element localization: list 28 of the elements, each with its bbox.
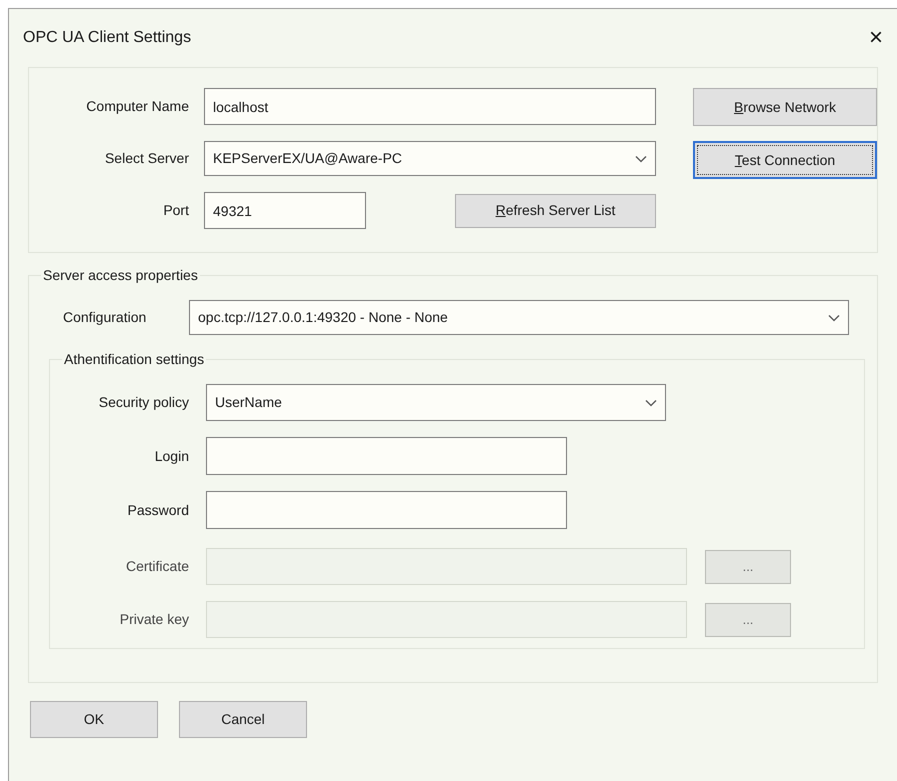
computer-name-field[interactable]: localhost [204,88,656,125]
browse-button[interactable]: Browse Network [693,88,877,126]
field-label: Login [154,446,190,466]
port-field[interactable]: 49321 [204,192,366,229]
field-label: Select Server [104,149,190,168]
group-title: Athentification settings [63,350,206,369]
password-field[interactable] [206,491,567,529]
field-label: Computer Name [85,97,190,116]
chevron-down-icon [635,154,647,162]
field-label: Password [126,500,190,520]
chevron-down-icon [645,398,657,406]
configuration-dropdown[interactable]: opc.tcp://127.0.0.1:49320 - None - None [189,300,849,335]
group-title: Server access properties [42,266,199,285]
refresh-button[interactable]: Refresh Server List [455,194,656,228]
login-field[interactable] [206,437,567,475]
field-label: Certificate [124,557,190,576]
close-button[interactable]: × [864,26,887,50]
cancel-button[interactable]: Cancel [179,701,307,738]
window-title: OPC UA Client Settings [23,28,192,48]
ok-button[interactable]: OK [30,701,158,738]
field-label: Port [162,201,190,220]
field-label: Configuration [62,308,148,327]
chevron-down-icon [828,314,840,322]
security-policy-dropdown[interactable]: UserName [206,384,666,421]
test-connection-button[interactable]: Test Connection [693,141,877,179]
field-label: Private key [118,610,190,629]
field-label: Security policy [98,393,190,412]
server-dropdown[interactable]: KEPServerEX/UA@Aware-PC [204,141,656,176]
